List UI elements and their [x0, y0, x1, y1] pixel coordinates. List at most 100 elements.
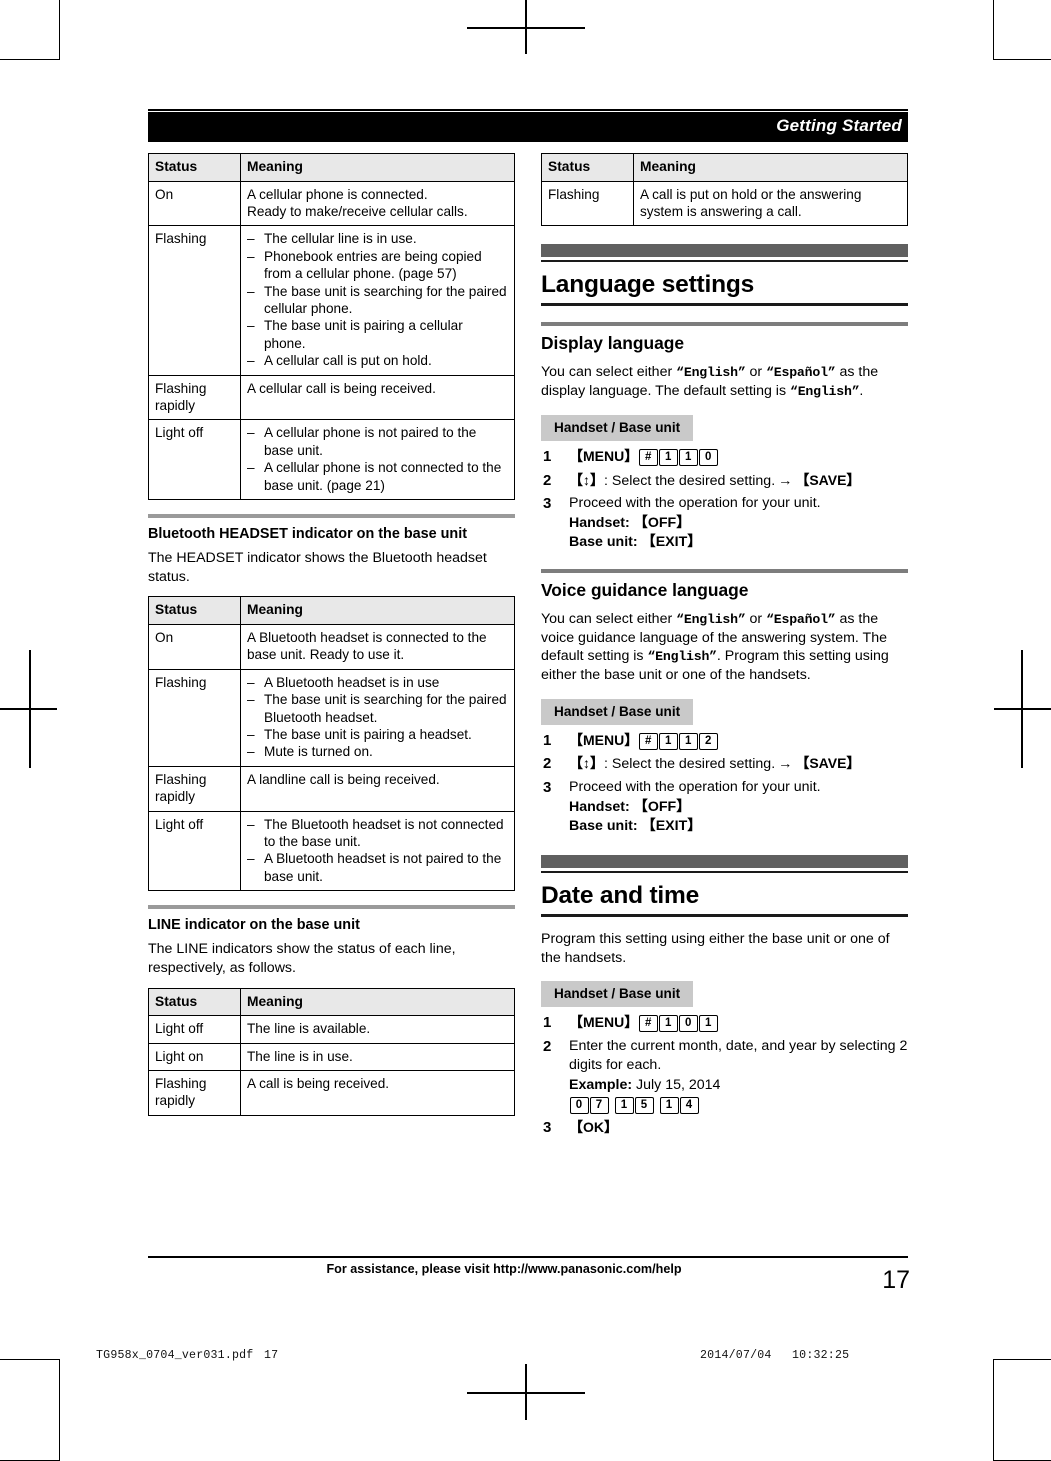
- subsection-rule: [541, 322, 908, 327]
- menu-key[interactable]: 【MENU】: [569, 448, 638, 464]
- keypad-key[interactable]: 1: [658, 448, 678, 466]
- status-cell: Flashing: [148, 668, 241, 767]
- step-item: 1 【MENU】 #1 1 2: [541, 731, 908, 752]
- keypad-key[interactable]: 0: [569, 1096, 589, 1114]
- keypad-key[interactable]: 1: [659, 1096, 679, 1114]
- chapter-bar-language: [541, 244, 908, 263]
- meaning-cell: A landline call is being received.: [240, 765, 515, 812]
- step-number: 2: [543, 1037, 552, 1055]
- meaning-cell: A call is put on hold or the answering s…: [633, 180, 908, 227]
- step-number: 3: [543, 779, 552, 796]
- page-number: 17: [882, 1266, 910, 1294]
- column-header-status: Status: [148, 153, 241, 182]
- table-row: Light off The Bluetooth headset is not c…: [148, 810, 515, 892]
- table-row: Light on The line is in use.: [148, 1042, 515, 1072]
- page-footer: For assistance, please visit http://www.…: [148, 1256, 910, 1294]
- handset-exit-key[interactable]: Handset: 【OFF】: [569, 799, 690, 815]
- step-text: : Select the desired setting.: [604, 756, 776, 773]
- body-text: or: [745, 364, 767, 381]
- chapter-title-rule: [541, 913, 908, 917]
- keypad-key[interactable]: #: [638, 732, 658, 750]
- voice-guidance-steps: 1 【MENU】 #1 1 2 2 【↕】: Select the desired s…: [541, 731, 908, 837]
- keypad-key[interactable]: #: [638, 1015, 658, 1033]
- slug-time: 10:32:25: [792, 1349, 850, 1362]
- meaning-cell: A cellular phone is not paired to the ba…: [240, 419, 515, 500]
- keypad-key[interactable]: 2: [698, 732, 718, 750]
- step-number: 1: [543, 447, 552, 465]
- option-english: “English”: [676, 365, 746, 381]
- navigator-key[interactable]: 【↕】: [569, 755, 604, 771]
- status-cell: Flashing rapidly: [148, 765, 241, 812]
- assistance-text: For assistance, please visit http://www.…: [326, 1261, 682, 1276]
- step-number: 2: [543, 471, 552, 489]
- column-header-status: Status: [148, 987, 241, 1017]
- step-item: 3 【OK】: [541, 1118, 908, 1139]
- chapter-bar-underline: [541, 260, 908, 263]
- meaning-list-item: A Bluetooth headset is not paired to the…: [247, 850, 508, 885]
- running-header: Getting Started: [148, 109, 908, 142]
- keypad-key[interactable]: 1: [658, 1015, 678, 1033]
- meaning-list-item: Mute is turned on.: [247, 743, 508, 761]
- keypad-key[interactable]: 0: [698, 448, 718, 466]
- step-item: 1 【MENU】 #1 1 0: [541, 447, 908, 468]
- ok-key[interactable]: 【OK】: [569, 1119, 618, 1135]
- chapter-title-date-and-time: Date and time: [541, 881, 700, 909]
- keypad-key[interactable]: 0: [678, 1015, 698, 1033]
- step-item: 2 【↕】: Select the desired setting. → 【SAVE…: [541, 471, 908, 492]
- base-unit-exit-key[interactable]: Base unit: 【EXIT】: [569, 534, 701, 550]
- keypad-key[interactable]: 7: [589, 1096, 609, 1114]
- table-row: Light off The line is available.: [148, 1015, 515, 1044]
- voice-guidance-heading: Voice guidance language: [541, 579, 749, 600]
- section-rule-headset: [148, 513, 515, 518]
- save-key[interactable]: 【SAVE】: [795, 755, 860, 771]
- navigator-key[interactable]: 【↕】: [569, 472, 604, 488]
- base-unit-exit-key[interactable]: Base unit: 【EXIT】: [569, 818, 701, 834]
- step-item: 2 【↕】: Select the desired setting. → 【SAVE…: [541, 754, 908, 775]
- keypad-key[interactable]: 1: [614, 1096, 634, 1114]
- unit-tag-voice-guidance: Handset / Base unit: [541, 698, 694, 725]
- table-header-row: Status Meaning: [541, 153, 908, 182]
- page-content: Getting Started Status Meaning On A cell…: [148, 109, 908, 1142]
- step-text: : Select the desired setting.: [604, 472, 776, 489]
- column-header-meaning: Meaning: [240, 596, 515, 626]
- keypad-key[interactable]: 1: [678, 732, 698, 750]
- save-key[interactable]: 【SAVE】: [795, 472, 860, 488]
- keypad-key[interactable]: 1: [658, 732, 678, 750]
- keypad-key[interactable]: 1: [678, 448, 698, 466]
- step-number: 2: [543, 755, 552, 773]
- meaning-cell: A cellular phone is connected. Ready to …: [240, 180, 515, 227]
- keypad-key[interactable]: 1: [698, 1015, 718, 1033]
- menu-key[interactable]: 【MENU】: [569, 732, 638, 748]
- footer-rule: [148, 1256, 908, 1258]
- meaning-list-item: The base unit is searching for the paire…: [247, 691, 508, 726]
- chapter-name: Getting Started: [776, 116, 902, 135]
- meaning-list-item: The base unit is pairing a headset.: [247, 726, 508, 744]
- chapter-bar-underline: [541, 870, 908, 873]
- menu-key[interactable]: 【MENU】: [569, 1014, 638, 1030]
- two-column-layout: Status Meaning On A cellular phone is co…: [148, 153, 908, 1142]
- meaning-list-item: Phonebook entries are being copied from …: [247, 248, 508, 283]
- display-language-heading: Display language: [541, 333, 685, 354]
- unit-tag-date-time: Handset / Base unit: [541, 981, 694, 1008]
- table-row: Flashing A call is put on hold or the an…: [541, 180, 908, 227]
- chapter-bar-fill: [541, 244, 908, 258]
- subsection-rule: [541, 568, 908, 573]
- left-column: Status Meaning On A cellular phone is co…: [148, 153, 515, 1142]
- column-header-meaning: Meaning: [633, 153, 908, 182]
- status-cell: Flashing rapidly: [148, 1070, 241, 1116]
- keypad-key[interactable]: 5: [634, 1096, 654, 1114]
- handset-exit-key[interactable]: Handset: 【OFF】: [569, 515, 690, 531]
- keypad-key[interactable]: #: [638, 448, 658, 466]
- table-row: Flashing rapidly A landline call is bein…: [148, 765, 515, 812]
- meaning-cell: The line is in use.: [240, 1042, 515, 1072]
- slug-filename: TG958x_0704_ver031.pdf: [96, 1349, 254, 1362]
- keypad-key[interactable]: 4: [679, 1096, 699, 1114]
- meaning-cell: A cellular call is being received.: [240, 374, 515, 421]
- voice-guidance-section: Voice guidance language You can select e…: [541, 568, 908, 837]
- cellular-indicator-table: Status Meaning On A cellular phone is co…: [148, 153, 515, 500]
- example-value: July 15, 2014: [632, 1077, 721, 1094]
- chapter-bar-date-time: [541, 854, 908, 873]
- column-header-status: Status: [541, 153, 634, 182]
- option-espanol: “Español”: [766, 611, 836, 627]
- status-cell: Flashing rapidly: [148, 374, 241, 421]
